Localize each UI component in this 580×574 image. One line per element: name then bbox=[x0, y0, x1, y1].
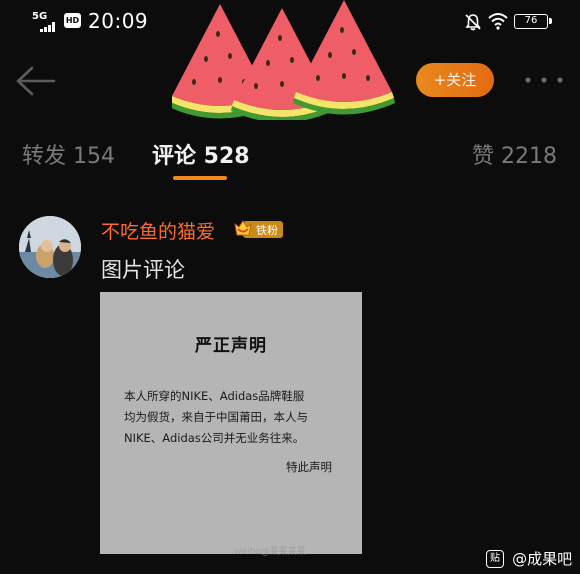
iron-fan-badge: 铁粉 bbox=[234, 220, 283, 238]
fan-badge-label: 铁粉 bbox=[256, 224, 278, 237]
more-icon[interactable] bbox=[522, 72, 566, 88]
notice-line: 均为假货，来自于中国莆田，本人与 bbox=[124, 410, 308, 424]
hd-badge: HD bbox=[64, 13, 81, 28]
site-watermark-text: @成果吧 bbox=[512, 550, 573, 568]
username[interactable]: 不吃鱼的猫爱 bbox=[101, 217, 215, 244]
notice-line: 本人所穿的NIKE、Adidas品牌鞋服 bbox=[124, 389, 305, 403]
image-watermark: weibo@某某某某 bbox=[234, 547, 306, 557]
active-tab-indicator bbox=[173, 176, 227, 180]
battery-level: 76 bbox=[524, 15, 538, 26]
comment-image[interactable]: 严正声明 本人所穿的NIKE、Adidas品牌鞋服 均为假货，来自于中国莆田，本… bbox=[100, 292, 362, 557]
avatar-photo bbox=[19, 216, 81, 278]
battery-icon: 76 bbox=[514, 14, 552, 29]
follow-button[interactable]: +关注 bbox=[416, 63, 494, 97]
avatar[interactable] bbox=[19, 216, 81, 278]
notice-line: NIKE、Adidas公司并无业务往来。 bbox=[124, 431, 305, 445]
network-label: 5G bbox=[32, 11, 48, 22]
bell-off-icon bbox=[465, 14, 481, 31]
tieba-logo-icon: 贴 bbox=[486, 549, 504, 568]
comment-text: 图片评论 bbox=[101, 258, 185, 282]
clock-time: 20:09 bbox=[88, 9, 149, 33]
watermelon-decoration bbox=[172, 0, 395, 120]
tab-repost[interactable]: 转发 154 bbox=[22, 138, 115, 170]
tab-comments[interactable]: 评论 528 bbox=[152, 138, 250, 170]
notice-signature: 特此声明 bbox=[286, 460, 332, 474]
notice-title: 严正声明 bbox=[195, 336, 267, 356]
wifi-icon bbox=[488, 13, 508, 30]
back-arrow-icon[interactable] bbox=[14, 64, 58, 98]
signal-icon bbox=[40, 22, 60, 32]
site-watermark: 贴 @成果吧 bbox=[486, 548, 572, 570]
watermelon-slice bbox=[293, 0, 395, 115]
tab-likes[interactable]: 赞 2218 bbox=[472, 138, 557, 170]
